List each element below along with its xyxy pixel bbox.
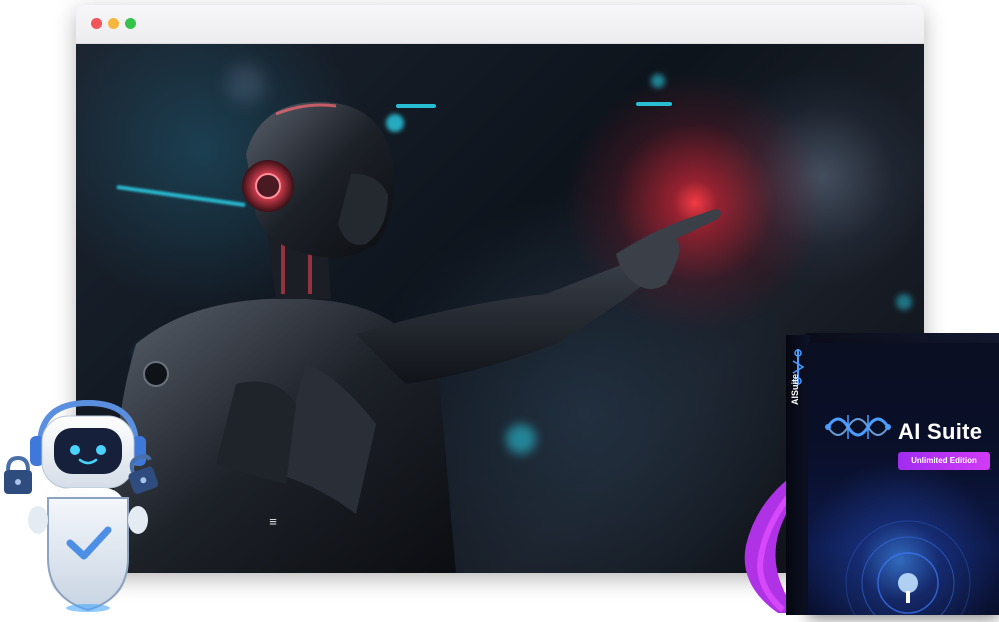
portal-graphic <box>845 520 971 615</box>
product-title: AI Suite <box>898 419 983 444</box>
promo-stage: ≡ AISuite AI Suite Unlimited Edition <box>0 0 999 622</box>
lock-icon <box>4 455 32 494</box>
circuit-logo-icon <box>825 415 891 439</box>
close-window-button[interactable] <box>91 18 102 29</box>
security-bot-icon <box>4 399 159 612</box>
hamburger-menu-icon[interactable]: ≡ <box>266 515 280 528</box>
box-spine-title: AISuite <box>790 373 800 405</box>
product-box: AISuite AI Suite Unlimited Edition <box>738 333 999 622</box>
maximize-window-button[interactable] <box>125 18 136 29</box>
browser-titlebar <box>76 5 924 44</box>
edition-badge: Unlimited Edition <box>898 452 990 470</box>
minimize-window-button[interactable] <box>108 18 119 29</box>
